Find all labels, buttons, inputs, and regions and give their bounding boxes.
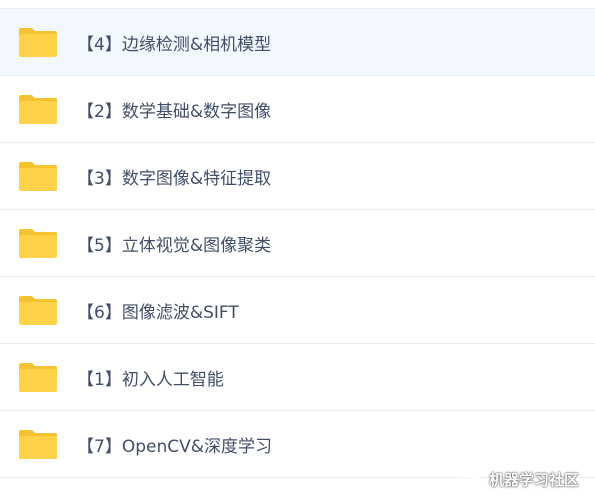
folder-row-opencv[interactable]: 【7】OpenCV&深度学习 — [0, 411, 595, 478]
folder-row-feature-extraction[interactable]: 【3】数字图像&特征提取 — [0, 143, 595, 210]
wechat-icon — [461, 470, 483, 488]
folder-icon — [19, 296, 57, 325]
folder-label: 【6】图像滤波&SIFT — [77, 302, 239, 323]
folder-row-intro-ai[interactable]: 【1】初入人工智能 — [0, 344, 595, 411]
folder-label: 【4】边缘检测&相机模型 — [77, 34, 272, 55]
folder-label: 【5】立体视觉&图像聚类 — [77, 235, 272, 256]
folder-row-math-basics[interactable]: 【2】数学基础&数字图像 — [0, 76, 595, 143]
folder-label: 【7】OpenCV&深度学习 — [77, 436, 272, 457]
folder-label: 【2】数学基础&数字图像 — [77, 101, 272, 122]
folder-icon — [19, 430, 57, 459]
folder-row-stereo-vision[interactable]: 【5】立体视觉&图像聚类 — [0, 210, 595, 277]
watermark-text: 机器学习社区 — [488, 471, 579, 489]
folder-icon — [19, 229, 57, 258]
folder-icon — [19, 363, 57, 392]
folder-icon — [19, 95, 57, 124]
folder-label: 【3】数字图像&特征提取 — [77, 168, 272, 189]
folder-row-edge-detection[interactable]: 【4】边缘检测&相机模型 — [0, 9, 595, 76]
folder-icon — [19, 28, 57, 57]
watermark: 机器学习社区 — [461, 469, 579, 490]
folder-label: 【1】初入人工智能 — [77, 369, 224, 390]
folder-list: 【4】边缘检测&相机模型 【2】数学基础&数字图像 【3】数字图像&特征提取 【… — [0, 8, 595, 478]
folder-icon — [19, 162, 57, 191]
folder-row-image-filtering[interactable]: 【6】图像滤波&SIFT — [0, 277, 595, 344]
